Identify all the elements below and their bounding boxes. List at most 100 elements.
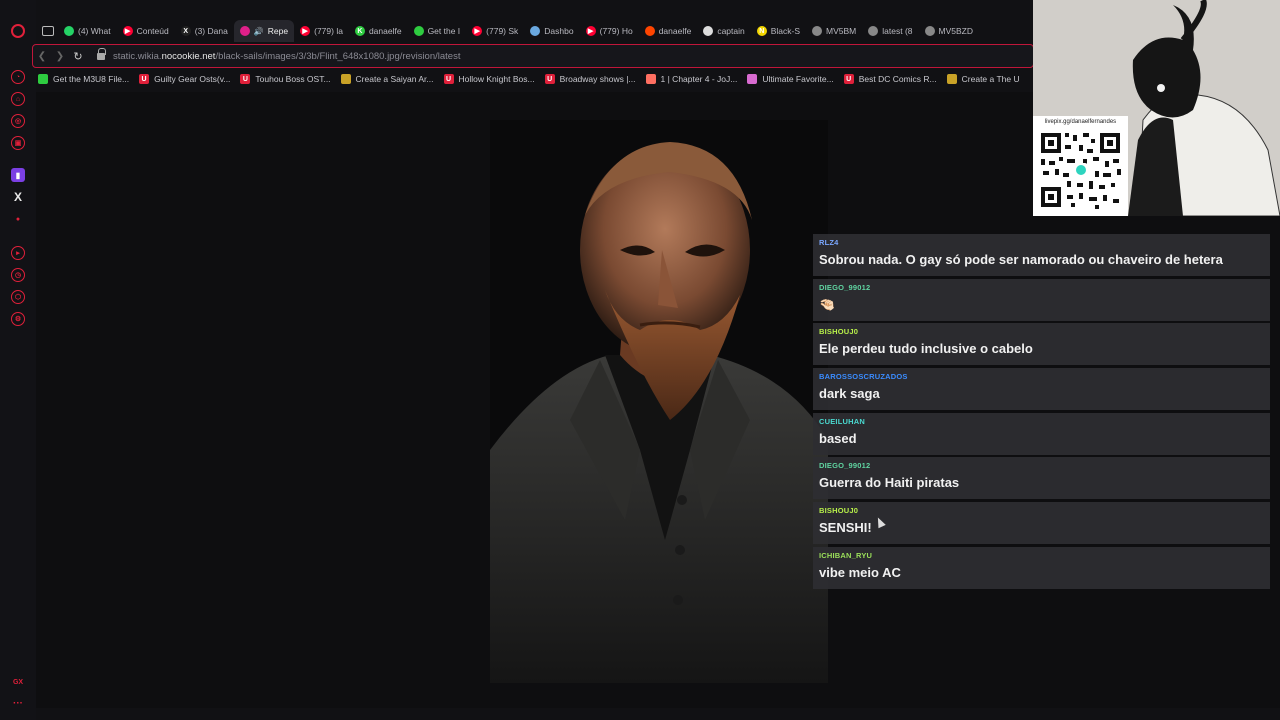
game-icon[interactable]: ◎ bbox=[11, 114, 25, 128]
browser-tab[interactable]: 🔊 Repe bbox=[233, 20, 295, 42]
tab-label: (3) Dana bbox=[194, 26, 228, 36]
chat-message: BAROSSOSCRUZADOS dark saga bbox=[813, 368, 1270, 411]
chat-message: ICHIBAN_RYU vibe meio AC bbox=[813, 546, 1270, 589]
chat-message: DIEGO_99012 🤏🏻 bbox=[813, 278, 1270, 321]
browser-tab[interactable]: ▶ (779) Sk bbox=[466, 20, 524, 42]
chat-username: BISHOUJ0 bbox=[819, 506, 859, 516]
bookmark-item[interactable]: Get the M3U8 File... bbox=[38, 74, 129, 84]
address-bar[interactable]: ❮ ❯ ↻ static.wikia.nocookie.net/black-sa… bbox=[32, 44, 1034, 68]
bookmark-favicon-icon bbox=[645, 74, 656, 84]
forward-icon[interactable]: ❯ bbox=[51, 51, 69, 62]
player-icon[interactable]: ▸ bbox=[11, 246, 25, 260]
tab-label: (779) Sk bbox=[486, 26, 519, 36]
bookmark-item[interactable]: Create a Saiyan Ar... bbox=[340, 74, 434, 84]
bookmark-item[interactable]: 1 | Chapter 4 - JoJ... bbox=[645, 74, 737, 84]
tab-label: MV5BM bbox=[826, 26, 857, 36]
browser-tab[interactable]: (4) What bbox=[58, 20, 117, 42]
speaker-icon[interactable]: 🔊 bbox=[254, 27, 264, 36]
bookmark-item[interactable]: U Hollow Knight Bos... bbox=[443, 74, 535, 84]
tab-label: latest (8 bbox=[882, 26, 913, 36]
twitch-icon[interactable]: ▮ bbox=[11, 168, 25, 182]
browser-tab[interactable]: ▶ Conteúd bbox=[117, 20, 175, 42]
url-text[interactable]: static.wikia.nocookie.net/black-sails/im… bbox=[113, 51, 460, 62]
bookmark-item[interactable]: U Guilty Gear Osts(v... bbox=[139, 74, 230, 84]
tab-label: (779) Ho bbox=[599, 26, 633, 36]
reload-icon[interactable]: ↻ bbox=[69, 50, 87, 63]
more-icon[interactable]: ··· bbox=[11, 696, 25, 710]
bookmark-favicon-icon bbox=[340, 74, 351, 84]
bookmark-label: Broadway shows |... bbox=[559, 74, 636, 84]
tab-favicon-icon bbox=[812, 26, 823, 36]
opera-logo-icon[interactable] bbox=[11, 24, 25, 38]
tab-label: danaelfe bbox=[368, 26, 402, 36]
chat-text: based bbox=[819, 430, 857, 446]
browser-tab[interactable]: danaelfe bbox=[639, 20, 698, 42]
tab-favicon-icon bbox=[644, 26, 655, 36]
qr-code-card: livepix.gg/danaelfernandes bbox=[1033, 116, 1128, 216]
browser-tab[interactable]: ▶ (779) Ho bbox=[580, 20, 639, 42]
settings-gear-icon[interactable]: ⚙ bbox=[11, 312, 25, 326]
chat-message: BISHOUJ0 Ele perdeu tudo inclusive o cabe… bbox=[813, 323, 1270, 366]
browser-tab[interactable]: Get the I bbox=[408, 20, 467, 42]
bookmark-item[interactable]: U Broadway shows |... bbox=[544, 74, 636, 84]
bookmark-label: Ultimate Favorite... bbox=[762, 74, 834, 84]
tab-label: Repe bbox=[267, 26, 289, 36]
bookmark-label: Touhou Boss OST... bbox=[255, 74, 331, 84]
chat-message: CUEILUHAN based bbox=[813, 412, 1270, 455]
bookmark-label: Guilty Gear Osts(v... bbox=[154, 74, 231, 84]
history-icon[interactable]: ◷ bbox=[11, 268, 25, 282]
browser-window: ◔ ⌂ ◎ ▣ ▮ X ● ▸ ◷ ⬡ ⚙ GX ··· (4) What ▶ Co… bbox=[0, 0, 1280, 720]
chat-text: Ele perdeu tudo inclusive o cabelo bbox=[819, 341, 1033, 357]
tab-favicon-icon: ▶ bbox=[122, 26, 133, 36]
browser-sidebar: ◔ ⌂ ◎ ▣ ▮ X ● ▸ ◷ ⬡ ⚙ GX ··· bbox=[0, 0, 36, 720]
tab-label: Black-S bbox=[770, 26, 801, 36]
music-icon[interactable]: ▣ bbox=[11, 136, 25, 150]
bookmark-favicon-icon bbox=[946, 74, 957, 84]
x-twitter-icon[interactable]: X bbox=[11, 190, 25, 204]
chat-message: RLZ4 Sobrou nada. O gay só pode ser namor… bbox=[813, 234, 1270, 276]
browser-tab[interactable]: MV5BM bbox=[806, 20, 862, 42]
qr-code-icon bbox=[1039, 131, 1122, 209]
chat-text: dark saga bbox=[819, 386, 880, 402]
browser-tab[interactable]: N Black-S bbox=[751, 20, 806, 42]
lock-icon[interactable] bbox=[97, 47, 106, 61]
portrait-image bbox=[490, 120, 828, 683]
bookmark-label: Hollow Knight Bos... bbox=[458, 74, 535, 84]
tab-label: Get the I bbox=[427, 26, 461, 36]
browser-tab[interactable]: ▶ (779) la bbox=[294, 20, 349, 42]
messenger-icon[interactable]: ● bbox=[11, 212, 25, 226]
bookmark-favicon-icon: U bbox=[443, 74, 454, 84]
browser-tab[interactable]: captain bbox=[697, 20, 750, 42]
bookmark-item[interactable]: U Touhou Boss OST... bbox=[240, 74, 331, 84]
bookmark-item[interactable]: Ultimate Favorite... bbox=[747, 74, 834, 84]
browser-tab[interactable]: MV5BZD bbox=[919, 20, 979, 42]
browser-tab[interactable]: Kdanaelfe bbox=[349, 20, 408, 42]
bookmark-favicon-icon: U bbox=[240, 74, 251, 84]
tab-favicon-icon: N bbox=[756, 26, 767, 36]
bookmark-item[interactable]: Create a The U bbox=[946, 74, 1020, 84]
bookmarks-bar: Get the M3U8 File... U Guilty Gear Osts(v.… bbox=[38, 71, 1034, 87]
tab-favicon-icon bbox=[530, 26, 541, 36]
bookmark-label: Best DC Comics R... bbox=[858, 74, 937, 84]
chat-text: SENSHI! bbox=[819, 520, 872, 536]
store-icon[interactable]: ⌂ bbox=[11, 92, 25, 106]
chat-overlay: RLZ4 Sobrou nada. O gay só pode ser namor… bbox=[813, 234, 1270, 592]
tab-label: (4) What bbox=[78, 26, 111, 36]
chat-username: BISHOUJ0 bbox=[819, 327, 859, 337]
tab-favicon-icon: ▶ bbox=[300, 26, 311, 36]
chat-text: 🤏🏻 bbox=[819, 296, 836, 312]
browser-tab[interactable]: latest (8 bbox=[862, 20, 918, 42]
tab-menu-icon[interactable] bbox=[42, 26, 54, 36]
browser-tab[interactable]: X (3) Dana bbox=[175, 20, 234, 42]
chat-username: ICHIBAN_RYU bbox=[819, 550, 873, 560]
pinboard-icon[interactable]: ◔ bbox=[11, 70, 25, 84]
tab-favicon-icon bbox=[413, 26, 424, 36]
browser-tab[interactable]: Dashbo bbox=[524, 20, 579, 42]
bookmark-item[interactable]: U Best DC Comics R... bbox=[843, 74, 937, 84]
back-icon[interactable]: ❮ bbox=[33, 51, 51, 62]
bookmark-favicon-icon: U bbox=[544, 74, 555, 84]
gx-control-icon[interactable]: GX bbox=[10, 675, 26, 689]
tab-label: Conteúd bbox=[136, 26, 169, 36]
extensions-icon[interactable]: ⬡ bbox=[11, 290, 25, 304]
chat-username: CUEILUHAN bbox=[819, 416, 865, 426]
